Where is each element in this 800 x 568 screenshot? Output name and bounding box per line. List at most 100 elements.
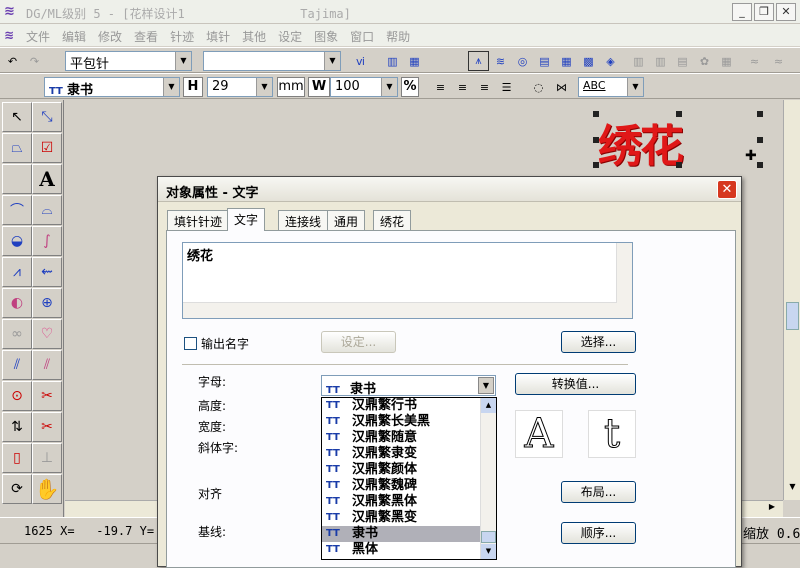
scroll-up-icon[interactable]: ▲: [481, 398, 496, 413]
tab-fill-stitch[interactable]: 填针针迹: [167, 210, 230, 230]
scroll-right-icon[interactable]: ▶: [765, 502, 779, 516]
scissors-icon[interactable]: ✂: [32, 381, 62, 411]
disabled-tool-5-icon[interactable]: ▦: [716, 51, 737, 71]
stitch-param-select[interactable]: ▼: [203, 51, 341, 71]
layout-button[interactable]: 布局...: [561, 481, 636, 503]
undo-icon[interactable]: ↶: [2, 51, 23, 71]
orbit-icon[interactable]: ⊙: [2, 381, 32, 411]
diagonal-icon[interactable]: ⫽: [32, 350, 62, 380]
tab-text[interactable]: 文字: [227, 208, 266, 231]
list-item[interactable]: TT 汉鼎繁隶变: [322, 446, 496, 462]
selection-handle[interactable]: [757, 111, 763, 117]
align-left-icon[interactable]: ≡: [430, 77, 451, 97]
font-select[interactable]: TT 隶书 ▼: [44, 77, 180, 97]
order-button[interactable]: 顺序...: [561, 522, 636, 544]
tab-connector[interactable]: 连接线: [278, 210, 329, 230]
height-select[interactable]: 29 ▼: [207, 77, 273, 97]
scroll-thumb[interactable]: [481, 531, 496, 543]
menu-image[interactable]: 图象: [314, 28, 338, 45]
list-item[interactable]: TT 汉鼎繁行书: [322, 398, 496, 414]
list-item[interactable]: TT 汉鼎繁颜体: [322, 462, 496, 478]
menu-window[interactable]: 窗口: [350, 28, 374, 45]
wave-fill-icon[interactable]: ▩: [578, 51, 599, 71]
disabled-tool-4-icon[interactable]: ✿: [694, 51, 715, 71]
menu-settings[interactable]: 设定: [278, 28, 302, 45]
menu-file[interactable]: 文件: [26, 28, 50, 45]
selection-handle[interactable]: [593, 137, 599, 143]
app-icon[interactable]: ≋: [4, 5, 20, 18]
menu-edit[interactable]: 编辑: [62, 28, 86, 45]
cycle-icon[interactable]: ⟳: [2, 474, 32, 504]
spool-icon[interactable]: ▯: [2, 443, 32, 473]
stitch-type-select[interactable]: 平包针 ▼: [65, 51, 192, 71]
stitch-tool-icon[interactable]: ⅵ: [350, 51, 371, 71]
run-stitch-icon[interactable]: ⇜: [32, 257, 62, 287]
envelope-icon[interactable]: ◌: [528, 77, 549, 97]
disabled-tool-6-icon[interactable]: ≈: [744, 51, 765, 71]
list-item[interactable]: TT 汉鼎繁魏碑: [322, 478, 496, 494]
select-arrow-icon[interactable]: ↖: [2, 102, 32, 132]
list-item[interactable]: TT 汉鼎繁黑变: [322, 510, 496, 526]
align-right-icon[interactable]: ≡: [474, 77, 495, 97]
grid-fill-icon[interactable]: ▦: [556, 51, 577, 71]
column-a-icon[interactable]: ⌒: [2, 195, 32, 225]
disabled-tool-3-icon[interactable]: ▤: [672, 51, 693, 71]
slash-icon[interactable]: ⫽: [2, 350, 32, 380]
heart-icon[interactable]: ♡: [32, 319, 62, 349]
reshape-icon[interactable]: ⤡: [32, 102, 62, 132]
fill-arc-icon[interactable]: ◒: [2, 226, 32, 256]
align-center-icon[interactable]: ≡: [452, 77, 473, 97]
zigzag-icon[interactable]: ⩚: [468, 51, 489, 71]
pattern-icon[interactable]: ▦: [404, 51, 425, 71]
checkbox-tool-icon[interactable]: ☑: [32, 133, 62, 163]
menu-other[interactable]: 其他: [242, 28, 266, 45]
textarea-vscroll[interactable]: [616, 243, 632, 318]
trim-icon[interactable]: ✂: [32, 412, 62, 442]
scroll-down-icon[interactable]: ▼: [786, 482, 799, 496]
text-input[interactable]: 绣花: [182, 242, 633, 319]
menu-view[interactable]: 查看: [134, 28, 158, 45]
disabled-tool-2-icon[interactable]: ▥: [650, 51, 671, 71]
font-list-scrollbar[interactable]: ▲ ▼: [480, 398, 496, 559]
stop-needle-icon[interactable]: ⊥: [32, 443, 62, 473]
justify-icon[interactable]: ☰: [496, 77, 517, 97]
dialog-close-button[interactable]: ✕: [717, 180, 737, 199]
blank-tool[interactable]: [2, 164, 32, 194]
select-button[interactable]: 选择...: [561, 331, 636, 353]
scroll-thumb[interactable]: [786, 302, 799, 330]
pacman-icon[interactable]: ◐: [2, 288, 32, 318]
curve-icon[interactable]: ∫: [32, 226, 62, 256]
embroidery-text[interactable]: 绣花: [598, 110, 684, 174]
text-effect-select[interactable]: ABC ▼: [578, 77, 644, 97]
scroll-down-icon[interactable]: ▼: [481, 544, 496, 559]
font-combo[interactable]: TT 隶书 ▼: [321, 375, 496, 397]
list-item[interactable]: TT 汉鼎繁随意: [322, 430, 496, 446]
font-dropdown-list[interactable]: TT 汉鼎繁行书 TT 汉鼎繁长美黑 TT 汉鼎繁随意 TT 汉鼎繁隶变 TT 汉鼎繁颜体…: [321, 397, 497, 560]
disabled-tool-7-icon[interactable]: ≈: [768, 51, 789, 71]
spiral-icon[interactable]: ◎: [512, 51, 533, 71]
selection-handle[interactable]: [593, 111, 599, 117]
width-select[interactable]: 100 ▼: [330, 77, 398, 97]
satin-icon[interactable]: ≋: [490, 51, 511, 71]
selection-handle[interactable]: [757, 162, 763, 168]
selection-handle[interactable]: [676, 162, 682, 168]
menu-fill[interactable]: 填针: [206, 28, 230, 45]
tab-general[interactable]: 通用: [327, 210, 366, 230]
selection-handle[interactable]: [676, 111, 682, 117]
selection-handle[interactable]: [757, 137, 763, 143]
convert-value-button[interactable]: 转换值...: [515, 373, 636, 395]
menu-modify[interactable]: 修改: [98, 28, 122, 45]
column-b-icon[interactable]: ⌓: [32, 195, 62, 225]
fill-icon[interactable]: ▤: [534, 51, 555, 71]
list-item[interactable]: TT 黑体: [322, 542, 496, 558]
menu-help[interactable]: 帮助: [386, 28, 410, 45]
stop-hand-icon[interactable]: ✋: [32, 474, 62, 504]
disabled-tool-1-icon[interactable]: ▥: [628, 51, 649, 71]
density-icon[interactable]: ▥: [382, 51, 403, 71]
close-button[interactable]: ✕: [776, 3, 796, 21]
selection-handle[interactable]: [593, 162, 599, 168]
needle-icon[interactable]: ⇅: [2, 412, 32, 442]
list-item[interactable]: TT 汉鼎繁黑体: [322, 494, 496, 510]
dialog-title-bar[interactable]: 对象属性 - 文字 ✕: [158, 177, 741, 202]
bowtie-icon[interactable]: ⋈: [551, 77, 572, 97]
